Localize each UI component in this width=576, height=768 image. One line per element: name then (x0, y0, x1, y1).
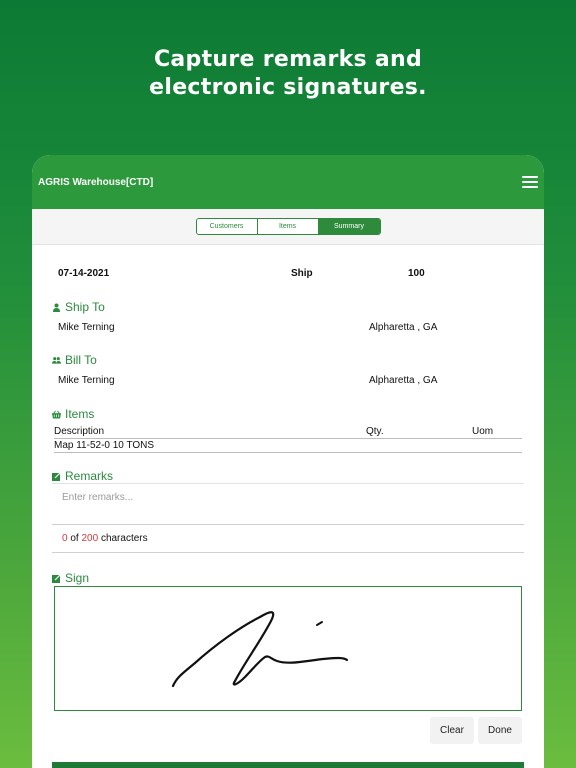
summary-type: Ship (291, 268, 313, 279)
tab-items[interactable]: Items (257, 219, 319, 234)
app-title: AGRIS Warehouse[CTD] (38, 176, 154, 188)
headline-line-1: Capture remarks and (153, 47, 423, 72)
item-description: Map 11-52-0 10 TONS (54, 440, 155, 451)
ship-to-heading: Ship To (52, 300, 105, 314)
remarks-input[interactable]: Enter remarks... (52, 483, 524, 525)
done-button[interactable]: Done (478, 717, 522, 744)
column-uom: Uom (472, 426, 494, 437)
column-qty: Qty. (366, 426, 384, 437)
summary-row: 07-14-2021 Ship 100 (32, 268, 544, 282)
bill-to-name: Mike Terning (58, 375, 115, 386)
headline: Capture remarks and electronic signature… (0, 46, 576, 102)
ship-to-name: Mike Terning (58, 322, 115, 333)
char-count-max: 200 (81, 533, 99, 544)
sign-heading: Sign (52, 571, 89, 585)
signature-pad[interactable] (54, 586, 522, 711)
bill-to-heading: Bill To (52, 353, 97, 367)
bill-to-location: Alpharetta , GA (369, 375, 438, 386)
remarks-heading: Remarks (52, 469, 113, 483)
basket-icon (52, 410, 61, 419)
table-row: Map 11-52-0 10 TONS (54, 439, 522, 453)
edit-icon (52, 573, 61, 583)
summary-number: 100 (408, 268, 425, 279)
items-table-header: Description Qty. Uom (54, 425, 522, 439)
segmented-control: Customers Items Summary (195, 218, 381, 235)
sign-heading-label: Sign (65, 571, 90, 585)
hamburger-menu-icon[interactable] (522, 176, 538, 188)
tab-customers[interactable]: Customers (196, 219, 258, 234)
clear-button[interactable]: Clear (430, 717, 474, 744)
column-description: Description (54, 426, 105, 437)
people-icon (52, 356, 61, 365)
summary-date: 07-14-2021 (58, 268, 110, 279)
signature-stroke (171, 611, 349, 688)
tab-summary[interactable]: Summary (318, 219, 380, 234)
char-count-suffix: characters (100, 533, 148, 544)
bill-to-heading-label: Bill To (65, 353, 97, 367)
edit-icon (52, 471, 61, 481)
ship-to-heading-label: Ship To (65, 300, 105, 314)
remarks-character-count: 0 of 200 characters (52, 525, 524, 553)
items-heading: Items (52, 407, 94, 421)
person-icon (52, 303, 61, 312)
ship-to-location: Alpharetta , GA (369, 322, 438, 333)
device-screen: AGRIS Warehouse[CTD] Customers Items Sum… (32, 155, 544, 768)
remarks-heading-label: Remarks (65, 469, 114, 483)
items-table: Description Qty. Uom Map 11-52-0 10 TONS (54, 425, 522, 453)
app-bar: AGRIS Warehouse[CTD] (32, 155, 544, 209)
headline-line-2: electronic signatures. (149, 75, 427, 100)
items-heading-label: Items (65, 407, 95, 421)
bottom-action-bar[interactable] (52, 762, 524, 768)
char-count-current: 0 (62, 533, 68, 544)
tab-bar: Customers Items Summary (32, 209, 544, 245)
char-count-of: of (70, 533, 79, 544)
